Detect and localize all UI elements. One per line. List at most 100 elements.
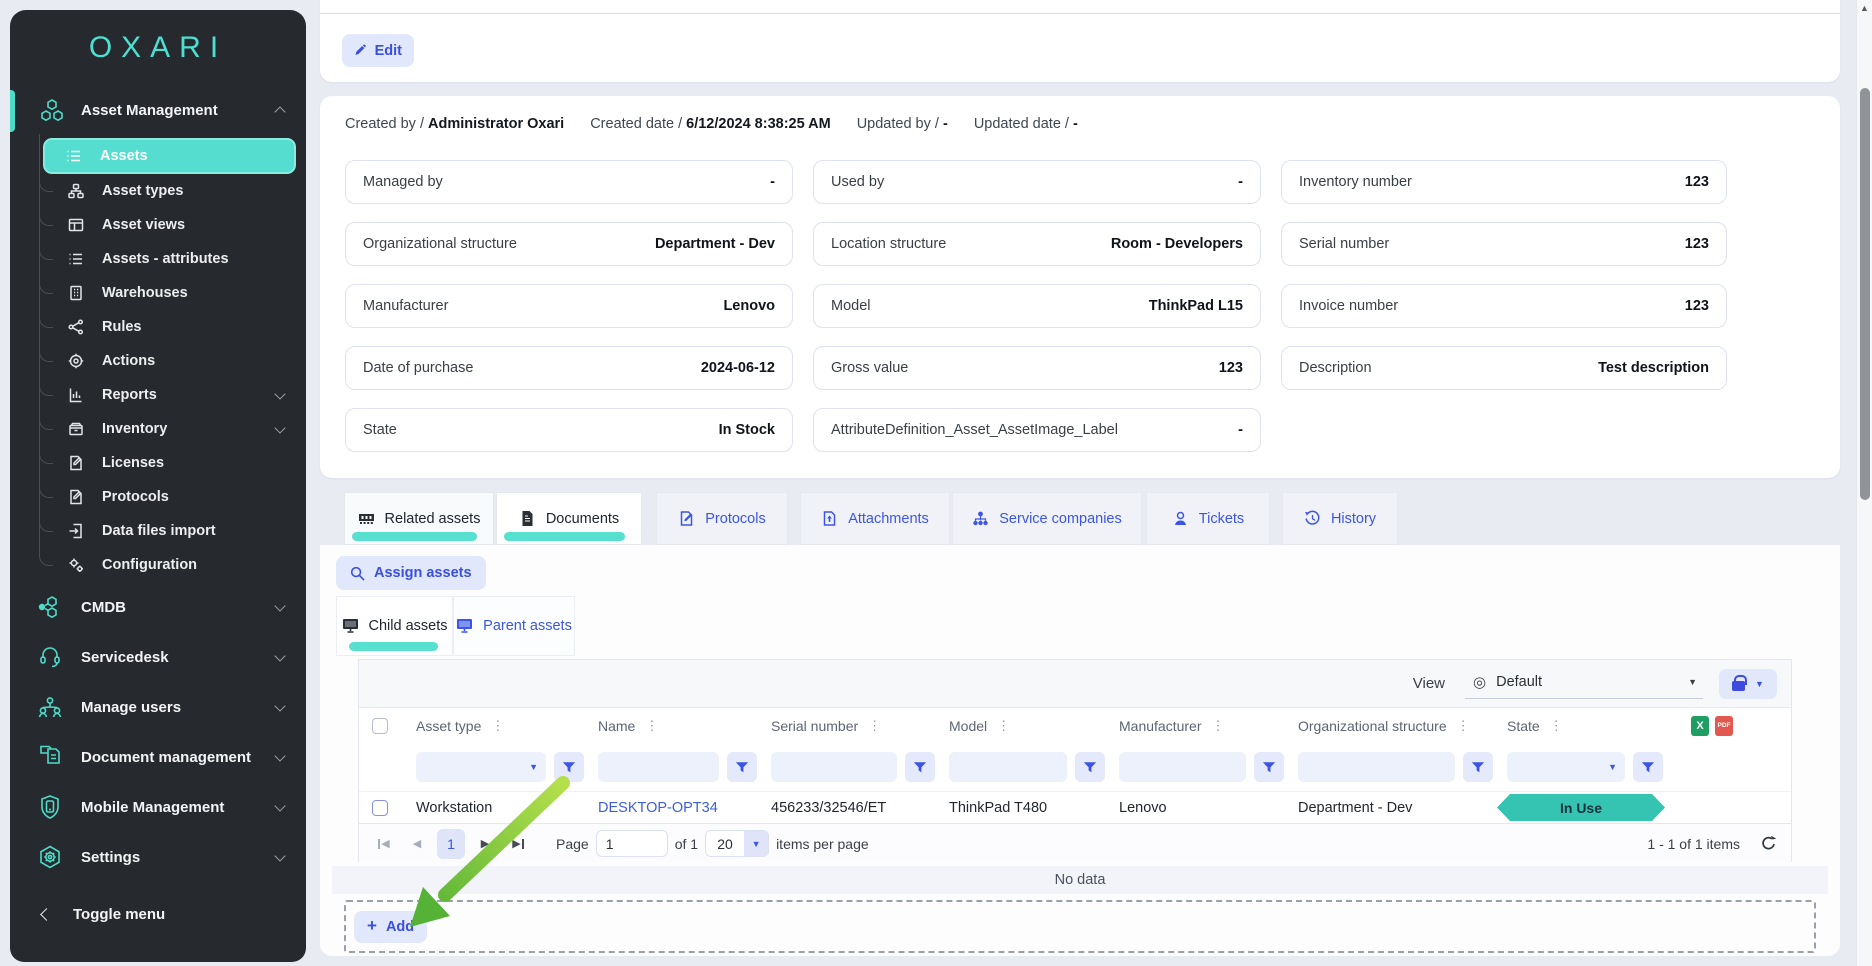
field-manufacturer: ManufacturerLenovo [345, 284, 793, 328]
subtab-child-assets[interactable]: Child assets [336, 596, 453, 656]
page-1-button[interactable]: 1 [437, 829, 465, 859]
chevron-down-icon [274, 850, 285, 861]
field-organizational-structure: Organizational structureDepartment - Dev [345, 222, 793, 266]
chevron-down-icon [274, 388, 285, 399]
filter-button[interactable] [1254, 752, 1284, 782]
filter-input-name[interactable] [598, 752, 719, 782]
ram-icon [358, 510, 375, 527]
filter-input-model[interactable] [949, 752, 1067, 782]
view-dropdown[interactable]: ◎ Default ▼ [1465, 669, 1703, 699]
chevron-down-icon [274, 800, 285, 811]
filter-input-manufacturer[interactable] [1119, 752, 1246, 782]
asset-management-submenu: Assets Asset types Asset views Assets - … [10, 138, 306, 582]
toggle-menu-button[interactable]: Toggle menu [10, 894, 306, 934]
cell-asset-type: Workstation [416, 800, 598, 816]
next-page-button[interactable]: ▶ [472, 830, 498, 858]
last-page-button[interactable]: ▶ [505, 830, 531, 858]
assign-assets-button[interactable]: Assign assets [336, 556, 486, 590]
table-row[interactable]: Workstation DESKTOP-OPT34 456233/32546/E… [359, 791, 1791, 823]
filter-state: ▼ [1507, 752, 1677, 782]
tab-related-assets[interactable]: Related assets [344, 492, 494, 545]
refresh-icon[interactable] [1760, 835, 1777, 852]
sidebar-item-rules[interactable]: Rules [10, 310, 306, 344]
field-gross-value: Gross value123 [813, 346, 1261, 390]
scrollbar-thumb[interactable] [1860, 88, 1870, 500]
column-menu-icon[interactable]: ⋮ [1211, 719, 1224, 732]
tab-tickets[interactable]: Tickets [1146, 492, 1270, 545]
sidebar-item-asset-types[interactable]: Asset types [10, 174, 306, 208]
filter-input-state[interactable]: ▼ [1507, 752, 1625, 782]
cell-name-link[interactable]: DESKTOP-OPT34 [598, 800, 771, 816]
sidebar-item-manage-users[interactable]: Manage users [10, 682, 306, 732]
active-tab-underline [352, 532, 477, 541]
sidebar-item-configuration[interactable]: Configuration [10, 548, 306, 582]
view-label: View [1413, 675, 1445, 692]
tab-attachments[interactable]: Attachments [800, 492, 950, 545]
column-header-serial-number[interactable]: Serial number⋮ [771, 718, 949, 734]
sidebar-item-cmdb[interactable]: CMDB [10, 582, 306, 632]
sidebar-item-licenses[interactable]: Licenses [10, 446, 306, 480]
previous-page-button[interactable]: ◀ [404, 830, 430, 858]
chevron-down-icon [274, 750, 285, 761]
filter-input-org-structure[interactable] [1298, 752, 1455, 782]
tab-history[interactable]: History [1282, 492, 1398, 545]
column-header-model[interactable]: Model⋮ [949, 718, 1119, 734]
tab-service-companies[interactable]: Service companies [952, 492, 1142, 545]
sidebar-item-document-management[interactable]: Document management [10, 732, 306, 782]
field-inventory-number: Inventory number123 [1281, 160, 1727, 204]
sidebar-item-assets[interactable]: Assets [43, 138, 296, 174]
column-menu-icon[interactable]: ⋮ [1550, 719, 1563, 732]
sidebar-item-settings[interactable]: Settings [10, 832, 306, 882]
column-header-asset-type[interactable]: Asset type⋮ [416, 718, 598, 734]
scroll-up-icon[interactable]: ▲ [1860, 3, 1869, 13]
tab-protocols[interactable]: Protocols [656, 492, 788, 545]
filter-input-asset-type[interactable]: ▼ [416, 752, 546, 782]
items-per-page-select[interactable]: 20 ▼ [705, 830, 769, 857]
first-page-button[interactable]: ◀ [371, 830, 397, 858]
column-header-name[interactable]: Name⋮ [598, 718, 771, 734]
sidebar-item-warehouses[interactable]: Warehouses [10, 276, 306, 310]
row-checkbox[interactable] [372, 800, 388, 816]
sidebar-item-asset-management[interactable]: Asset Management [10, 88, 306, 132]
column-menu-icon[interactable]: ⋮ [868, 719, 881, 732]
column-header-state[interactable]: State⋮ [1507, 718, 1677, 734]
column-header-org-structure[interactable]: Organizational structure⋮ [1298, 718, 1507, 734]
export-excel-icon[interactable]: X [1691, 716, 1709, 736]
sidebar-item-mobile-management[interactable]: Mobile Management [10, 782, 306, 832]
field-state: StateIn Stock [345, 408, 793, 452]
select-all-checkbox[interactable] [372, 718, 388, 734]
filter-input-serial-number[interactable] [771, 752, 897, 782]
tab-documents[interactable]: Documents [496, 492, 642, 545]
page-number-input[interactable] [596, 830, 668, 857]
column-menu-icon[interactable]: ⋮ [1457, 719, 1470, 732]
filter-button[interactable] [1633, 752, 1663, 782]
column-menu-icon[interactable]: ⋮ [997, 719, 1010, 732]
sidebar-item-data-files-import[interactable]: Data files import [10, 514, 306, 548]
sidebar-item-asset-views[interactable]: Asset views [10, 208, 306, 242]
filter-button[interactable] [905, 752, 935, 782]
sidebar-item-protocols[interactable]: Protocols [10, 480, 306, 514]
sidebar-item-actions[interactable]: Actions [10, 344, 306, 378]
sidebar-item-inventory[interactable]: Inventory [10, 412, 306, 446]
lock-view-button[interactable]: ▼ [1719, 669, 1777, 699]
column-menu-icon[interactable]: ⋮ [645, 719, 658, 732]
edit-button[interactable]: Edit [342, 34, 414, 67]
chevron-down-icon [274, 422, 285, 433]
scrollbar[interactable]: ▲ [1856, 0, 1872, 966]
add-button[interactable]: + Add [354, 911, 427, 943]
gear-icon [36, 844, 63, 871]
column-header-manufacturer[interactable]: Manufacturer⋮ [1119, 718, 1298, 734]
sidebar-item-servicedesk[interactable]: Servicedesk [10, 632, 306, 682]
export-pdf-icon[interactable]: PDF [1715, 716, 1733, 736]
filter-manufacturer [1119, 752, 1298, 782]
subtab-parent-assets[interactable]: Parent assets [453, 596, 575, 656]
filter-button[interactable] [727, 752, 757, 782]
pagination-controls: ◀ ◀ 1 ▶ ▶ Page of 1 20 ▼ items per page [371, 829, 869, 859]
column-menu-icon[interactable]: ⋮ [491, 719, 504, 732]
filter-button[interactable] [1075, 752, 1105, 782]
hierarchy-icon [67, 183, 84, 200]
sidebar-item-assets-attributes[interactable]: Assets - attributes [10, 242, 306, 276]
filter-button[interactable] [554, 752, 584, 782]
filter-button[interactable] [1463, 752, 1493, 782]
sidebar-item-reports[interactable]: Reports [10, 378, 306, 412]
